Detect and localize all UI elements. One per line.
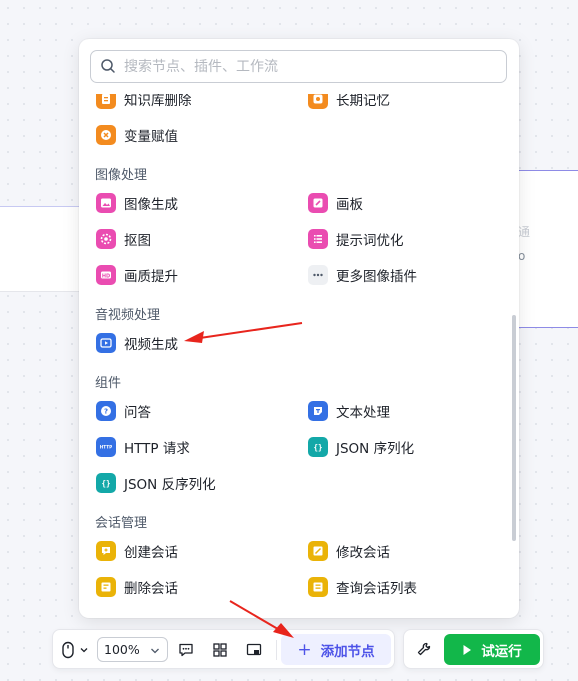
svg-text:?: ? (104, 408, 108, 416)
question-icon: ? (96, 401, 116, 421)
more-icon (308, 265, 328, 285)
node-item-canvas[interactable]: 画板 (308, 190, 363, 216)
session-list-icon (308, 577, 328, 597)
svg-text:{}: {} (101, 479, 110, 488)
node-item-kb-delete[interactable]: 知识库删除 (96, 94, 192, 112)
node-item-label: 更多图像插件 (336, 269, 417, 285)
node-item-query-session-list[interactable]: 查询会话列表 (308, 574, 417, 600)
add-node-panel: 知识库删除 长期记忆 变量赋值 图像处理 图像生成 画板 (79, 39, 519, 618)
node-item-text-proc[interactable]: 文本处理 (308, 398, 390, 424)
canvas-toolbar: 100% + 添加节点 (52, 629, 395, 669)
node-item-label: JSON 反序列化 (124, 477, 216, 493)
canvas-icon (308, 193, 328, 213)
node-item-label: 图像生成 (124, 197, 178, 213)
section-title-session: 会话管理 (95, 516, 148, 531)
test-run-button[interactable]: 试运行 (444, 634, 540, 665)
node-item-label: HTTP 请求 (124, 441, 190, 457)
node-item-image-gen[interactable]: 图像生成 (96, 190, 178, 216)
toolbar-divider (276, 640, 277, 660)
search-input[interactable] (90, 50, 507, 83)
node-item-json-deserialize[interactable]: {} JSON 反序列化 (96, 470, 216, 496)
chevron-down-icon (80, 648, 88, 653)
create-session-icon (96, 541, 116, 561)
svg-text:HTTP: HTTP (100, 445, 112, 450)
node-list: 知识库删除 长期记忆 变量赋值 图像处理 图像生成 画板 抠图 提示词优化 HD… (79, 94, 519, 618)
section-title-av: 音视频处理 (95, 308, 161, 323)
variable-icon (96, 125, 116, 145)
interaction-mode-button[interactable] (61, 640, 90, 660)
zoom-select[interactable]: 100% (97, 637, 168, 662)
canvas-node-left[interactable] (0, 206, 84, 292)
cutout-icon (96, 229, 116, 249)
add-node-button[interactable]: + 添加节点 (281, 634, 391, 665)
layout-icon[interactable] (211, 641, 229, 659)
search-box (90, 50, 507, 83)
canvas-node-right[interactable]: 通 o (518, 170, 578, 328)
plus-icon: + (297, 639, 312, 660)
node-item-more-image-plugins[interactable]: 更多图像插件 (308, 262, 417, 288)
add-node-label: 添加节点 (320, 643, 375, 660)
node-item-label: 问答 (124, 405, 151, 421)
section-title-component: 组件 (95, 376, 122, 391)
node-item-label: JSON 序列化 (336, 441, 415, 457)
node-item-label: 抠图 (124, 233, 151, 249)
node-item-video-gen[interactable]: 视频生成 (96, 330, 178, 356)
node-text-fragment: o (518, 249, 526, 263)
node-item-label: 查询会话列表 (336, 581, 417, 597)
test-run-label: 试运行 (481, 643, 522, 660)
search-icon (101, 59, 115, 73)
prompt-list-icon (308, 229, 328, 249)
image-icon (96, 193, 116, 213)
minimap-icon[interactable] (245, 641, 263, 659)
node-item-label: 知识库删除 (124, 94, 192, 109)
node-item-qa[interactable]: ? 问答 (96, 398, 151, 424)
run-toolbar: 试运行 (403, 629, 544, 669)
node-item-json-serialize[interactable]: {} JSON 序列化 (308, 434, 414, 460)
node-item-label: 删除会话 (124, 581, 178, 597)
node-item-label: 修改会话 (336, 545, 390, 561)
node-item-delete-session[interactable]: 删除会话 (96, 574, 178, 600)
node-item-label: 画质提升 (124, 269, 178, 285)
zoom-value: 100% (104, 642, 140, 657)
json-icon: {} (96, 473, 116, 493)
node-item-var-assign[interactable]: 变量赋值 (96, 122, 178, 148)
text-process-icon (308, 401, 328, 421)
node-text-fragment: 通 (518, 225, 531, 239)
mouse-icon (62, 641, 74, 659)
play-icon (463, 644, 472, 655)
node-item-http-request[interactable]: HTTP HTTP 请求 (96, 434, 190, 460)
node-item-label: 视频生成 (124, 337, 178, 353)
node-item-cutout[interactable]: 抠图 (96, 226, 151, 252)
node-item-label: 提示词优化 (336, 233, 404, 249)
delete-session-icon (96, 577, 116, 597)
svg-text:{}: {} (313, 443, 322, 452)
node-item-label: 画板 (336, 197, 363, 213)
edit-session-icon (308, 541, 328, 561)
http-icon: HTTP (96, 437, 116, 457)
node-item-label: 长期记忆 (336, 94, 390, 109)
video-icon (96, 333, 116, 353)
node-item-prompt-opt[interactable]: 提示词优化 (308, 226, 404, 252)
node-item-label: 变量赋值 (124, 129, 178, 145)
section-title-image: 图像处理 (95, 168, 148, 183)
comment-icon[interactable] (177, 641, 195, 659)
node-item-label: 创建会话 (124, 545, 178, 561)
node-item-create-session[interactable]: 创建会话 (96, 538, 178, 564)
scrollbar[interactable] (512, 315, 516, 541)
json-icon: {} (308, 437, 328, 457)
hd-icon: HD (96, 265, 116, 285)
memory-icon (308, 94, 328, 109)
knowledge-base-icon (96, 94, 116, 109)
node-item-long-memory[interactable]: 长期记忆 (308, 94, 390, 112)
node-item-label: 文本处理 (336, 405, 390, 421)
wrench-icon[interactable] (416, 641, 432, 657)
node-item-quality-up[interactable]: HD 画质提升 (96, 262, 178, 288)
node-item-modify-session[interactable]: 修改会话 (308, 538, 390, 564)
svg-text:HD: HD (102, 273, 110, 279)
chevron-down-icon (151, 648, 159, 654)
